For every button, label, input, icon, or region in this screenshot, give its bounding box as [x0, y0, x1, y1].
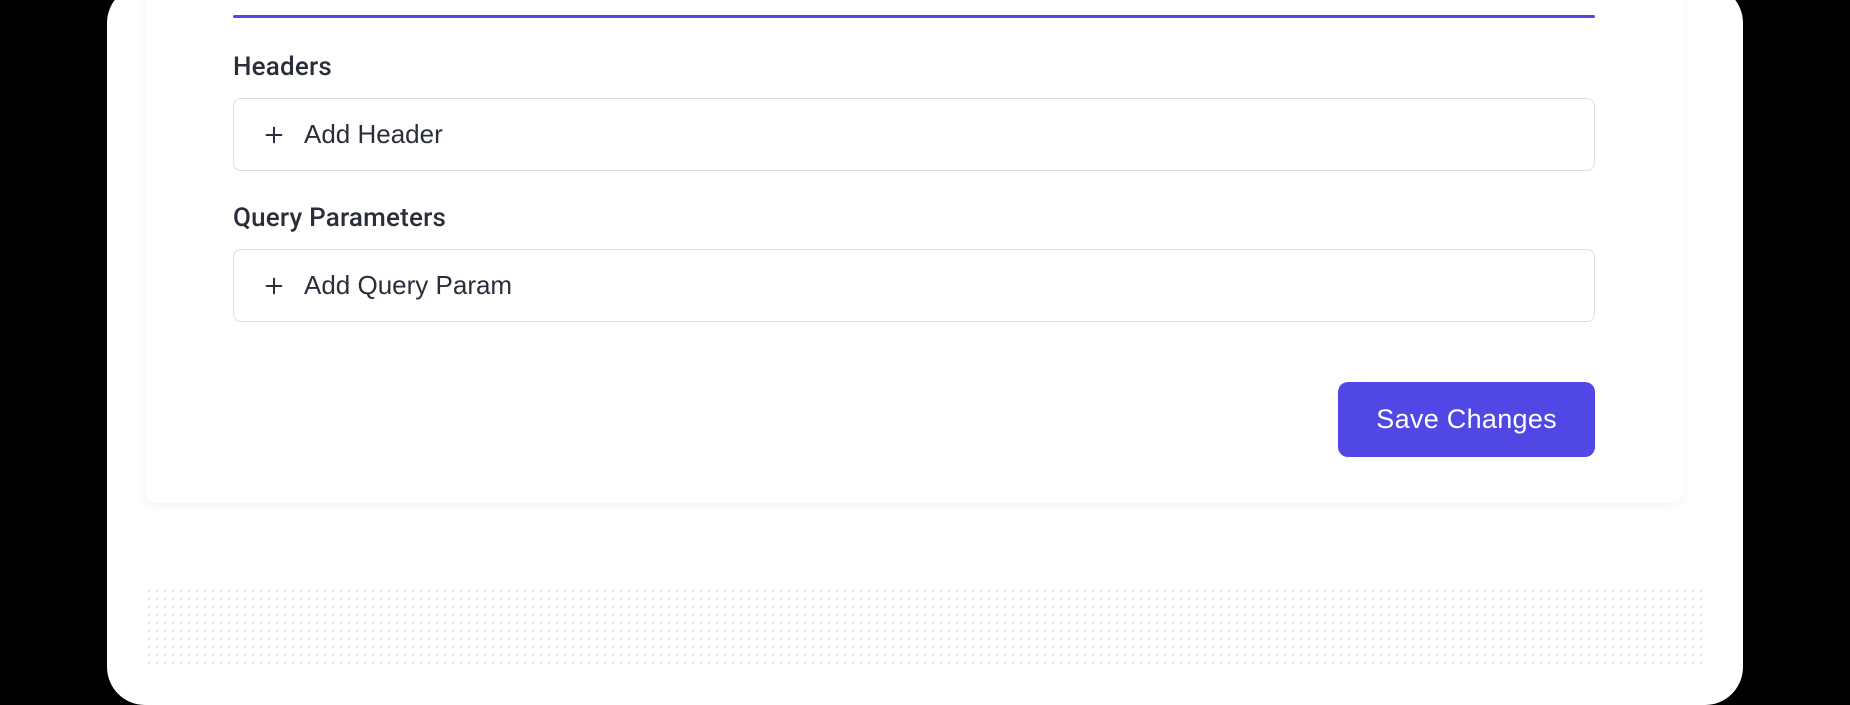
- plus-icon: [262, 274, 286, 298]
- query-params-section-label: Query Parameters: [233, 203, 1595, 233]
- add-query-param-button-label: Add Query Param: [304, 270, 512, 301]
- dotted-background: [145, 587, 1705, 667]
- plus-icon: [262, 123, 286, 147]
- accent-divider: [233, 15, 1595, 18]
- form-footer: Save Changes: [233, 382, 1595, 457]
- add-header-button-label: Add Header: [304, 119, 443, 150]
- add-header-button[interactable]: Add Header: [233, 98, 1595, 171]
- page-container: Headers Add Header Query Parameters Add …: [107, 0, 1743, 705]
- save-changes-button[interactable]: Save Changes: [1338, 382, 1595, 457]
- form-card: Headers Add Header Query Parameters Add …: [145, 0, 1683, 503]
- add-query-param-button[interactable]: Add Query Param: [233, 249, 1595, 322]
- headers-section-label: Headers: [233, 52, 1595, 82]
